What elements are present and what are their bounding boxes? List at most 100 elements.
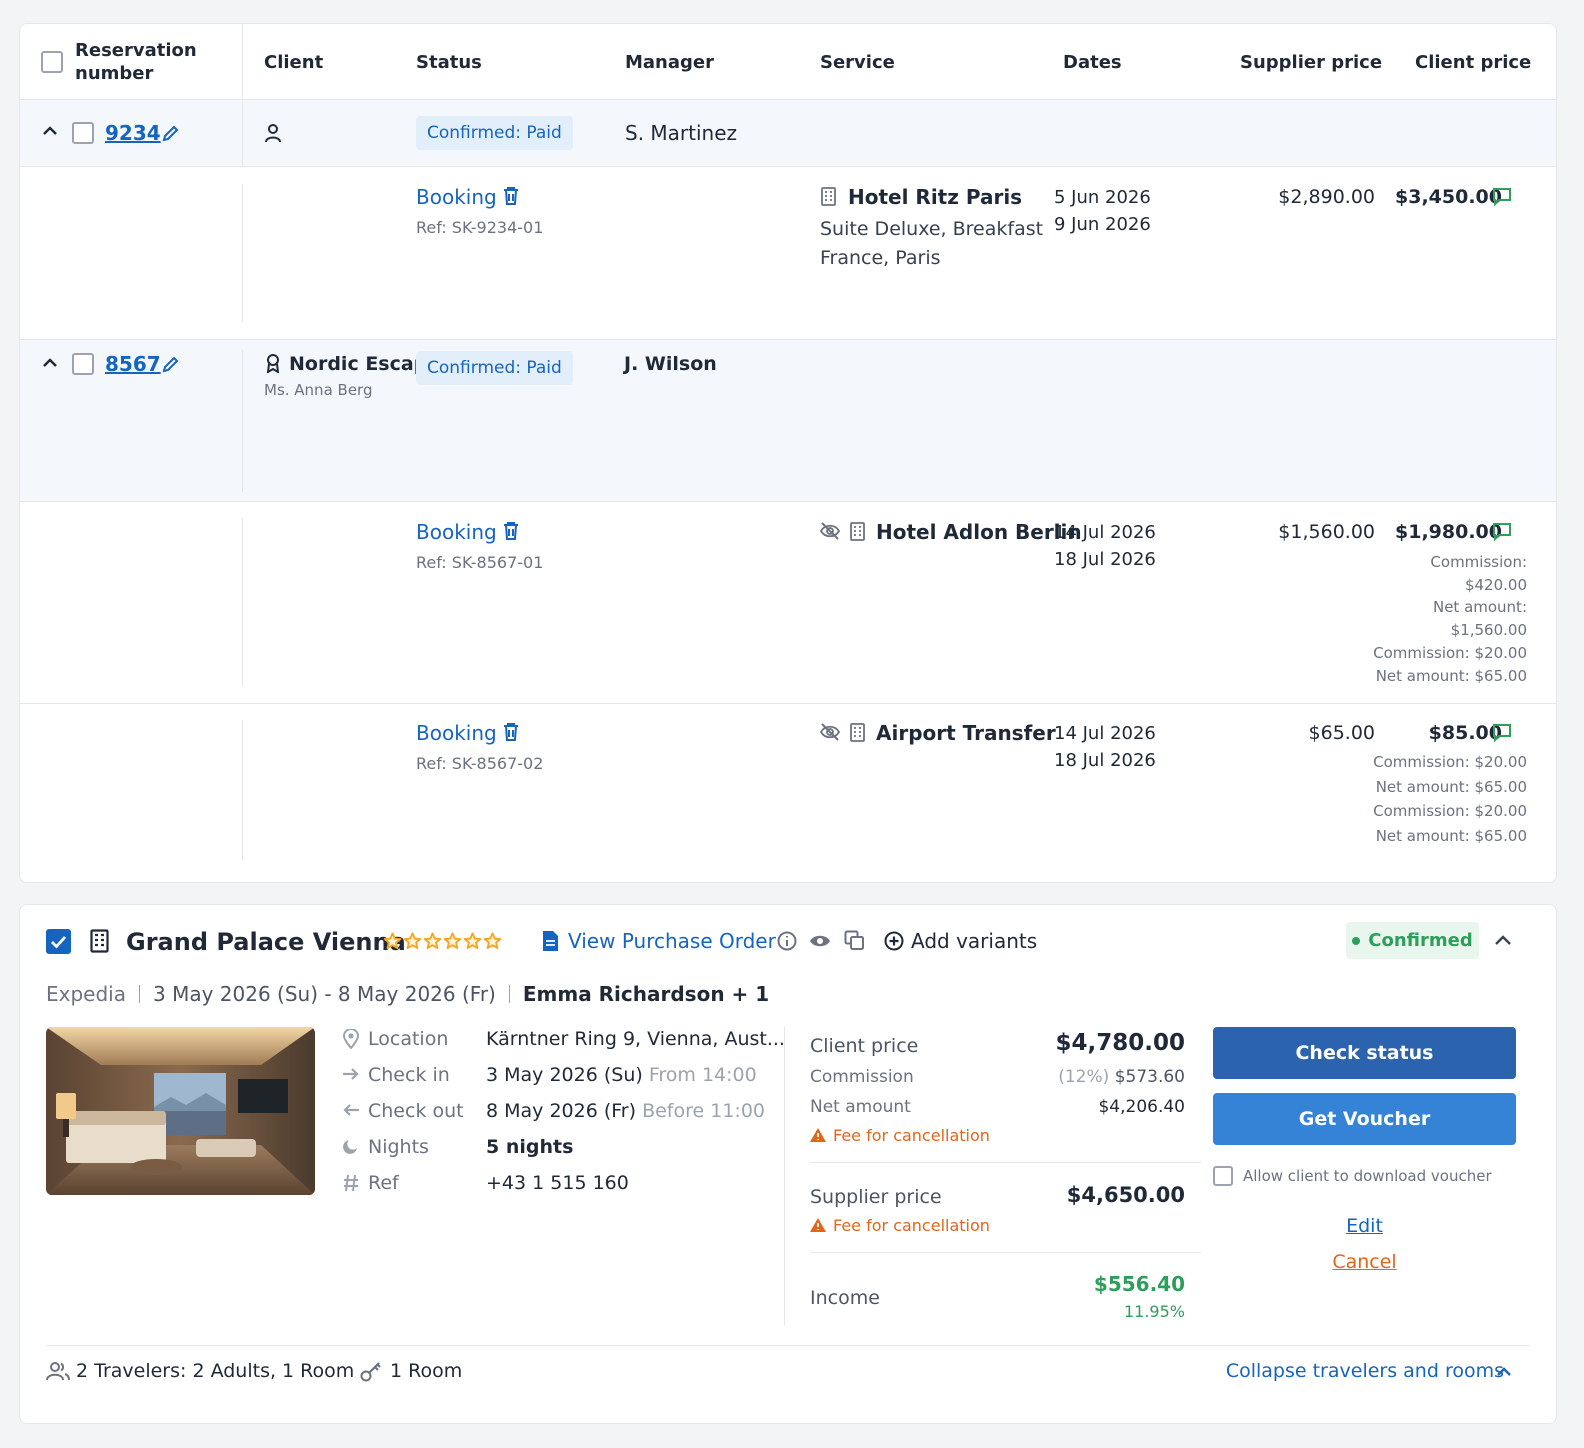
arrow-left-icon [342, 1103, 360, 1117]
select-checkbox-checked[interactable] [46, 929, 71, 954]
location-value: Kärntner Ring 9, Vienna, Aust... [486, 1028, 785, 1050]
view-purchase-order-link[interactable]: View Purchase Order [568, 929, 776, 953]
reservation-number-link[interactable]: 9234 [105, 121, 161, 145]
booking-ref: Ref: SK-8567-02 [416, 754, 544, 773]
checkout-label: Check out [368, 1100, 464, 1122]
travelers-icon [46, 1361, 70, 1381]
person-icon [264, 123, 282, 143]
nights-value: 5 nights [486, 1136, 574, 1158]
rooms-summary: 1 Room [390, 1360, 463, 1382]
fee-for-cancellation-link[interactable]: Fee for cancellation [833, 1126, 990, 1145]
eye-off-icon[interactable] [820, 723, 840, 741]
allow-download-checkbox[interactable] [1213, 1166, 1233, 1186]
header-supplier-price[interactable]: Supplier price [1240, 52, 1382, 73]
date-from: 5 Jun 2026 [1054, 187, 1151, 208]
eye-icon[interactable] [809, 933, 831, 949]
reservation-number-link[interactable]: 8567 [105, 352, 161, 376]
provider-name: Expedia [46, 982, 126, 1006]
row-checkbox[interactable] [72, 122, 94, 144]
supplier-fee-for-cancellation-link[interactable]: Fee for cancellation [833, 1216, 990, 1235]
price-notes: Commission: $420.00 Net amount: $1,560.0… [1373, 553, 1527, 685]
comment-icon[interactable] [1492, 522, 1512, 541]
header-manager[interactable]: Manager [625, 52, 714, 73]
commission-label: Commission [810, 1067, 914, 1087]
select-all-checkbox[interactable] [41, 51, 63, 73]
edit-pencil-icon[interactable] [161, 354, 181, 374]
manager-name: S. Martinez [625, 121, 738, 145]
collapse-travelers-link[interactable]: Collapse travelers and rooms [1226, 1360, 1504, 1382]
info-icon[interactable] [777, 931, 797, 951]
checkin-value: 3 May 2026 (Su) From 14:00 [486, 1064, 757, 1086]
building-icon [820, 187, 837, 206]
building-icon [849, 723, 866, 742]
supplier-price-label: Supplier price [810, 1186, 942, 1208]
comment-icon[interactable] [1492, 723, 1512, 742]
nights-label: Nights [368, 1136, 429, 1158]
allow-download-label[interactable]: Allow client to download voucher [1243, 1167, 1492, 1185]
net-amount-value: $4,206.40 [1098, 1097, 1185, 1117]
add-variants-button[interactable]: Add variants [911, 929, 1037, 953]
star-icon [463, 932, 482, 950]
key-icon [360, 1360, 382, 1382]
booking-link[interactable]: Booking [416, 520, 497, 544]
star-icon [403, 932, 422, 950]
row-checkbox[interactable] [72, 353, 94, 375]
check-status-button[interactable]: Check status [1213, 1027, 1516, 1079]
booking-meta: Expedia 3 May 2026 (Su) - 8 May 2026 (Fr… [46, 982, 769, 1006]
ref-value: +43 1 515 160 [486, 1172, 629, 1194]
checkin-label: Check in [368, 1064, 450, 1086]
header-client-price[interactable]: Client price [1415, 52, 1531, 73]
edit-pencil-icon[interactable] [161, 123, 181, 143]
star-rating [383, 932, 502, 950]
chevron-up-icon[interactable] [42, 125, 58, 137]
date-range: 3 May 2026 (Su) - 8 May 2026 (Fr) [152, 982, 496, 1006]
warning-icon [809, 1127, 827, 1143]
client-price: $1,980.00 [1395, 521, 1502, 543]
reservation-row-9234[interactable] [20, 100, 1556, 166]
warning-icon [809, 1217, 827, 1233]
guest-name: Emma Richardson + 1 [522, 982, 770, 1006]
client-price: $3,450.00 [1395, 186, 1502, 208]
chevron-up-icon[interactable] [1496, 1366, 1512, 1378]
trash-icon[interactable] [502, 186, 520, 206]
location-pin-icon [343, 1029, 359, 1049]
plus-circle-icon[interactable] [884, 931, 904, 951]
header-service[interactable]: Service [820, 52, 895, 73]
header-status[interactable]: Status [416, 52, 482, 73]
manager-name: J. Wilson [624, 353, 717, 375]
eye-off-icon[interactable] [820, 522, 840, 540]
chevron-up-icon[interactable] [42, 357, 58, 369]
award-icon [265, 353, 281, 373]
star-icon [383, 932, 402, 950]
star-icon [443, 932, 462, 950]
get-voucher-button[interactable]: Get Voucher [1213, 1093, 1516, 1145]
date-to: 18 Jul 2026 [1054, 750, 1156, 771]
moon-icon [342, 1137, 360, 1155]
document-icon[interactable] [542, 930, 559, 952]
booking-link[interactable]: Booking [416, 721, 497, 745]
comment-icon[interactable] [1492, 187, 1512, 206]
chevron-up-icon[interactable] [1494, 934, 1512, 947]
status-badge: Confirmed: Paid [416, 116, 573, 150]
service-name: Hotel Adlon Berlin [876, 520, 1082, 544]
copy-icon[interactable] [844, 930, 865, 951]
travelers-summary: 2 Travelers: 2 Adults, 1 Room [76, 1360, 355, 1382]
edit-link[interactable]: Edit [1213, 1215, 1516, 1237]
reservation-row-8567[interactable] [20, 340, 1556, 501]
booking-ref: Ref: SK-8567-01 [416, 553, 544, 572]
booking-link[interactable]: Booking [416, 185, 497, 209]
status-dot-icon [1352, 936, 1361, 945]
service-name: Hotel Ritz Paris [848, 185, 1023, 209]
date-from: 14 Jul 2026 [1054, 723, 1156, 744]
header-dates[interactable]: Dates [1063, 52, 1122, 73]
service-location: France, Paris [820, 247, 941, 269]
building-icon [90, 929, 109, 953]
header-client[interactable]: Client [264, 52, 323, 73]
cancel-link[interactable]: Cancel [1213, 1251, 1516, 1273]
price-notes: Commission: $20.00 Net amount: $65.00 Co… [1373, 753, 1527, 845]
client-price: $85.00 [1428, 722, 1502, 744]
trash-icon[interactable] [502, 722, 520, 742]
trash-icon[interactable] [502, 521, 520, 541]
client-contact: Ms. Anna Berg [264, 381, 373, 399]
supplier-price-value: $4,650.00 [1066, 1183, 1185, 1207]
